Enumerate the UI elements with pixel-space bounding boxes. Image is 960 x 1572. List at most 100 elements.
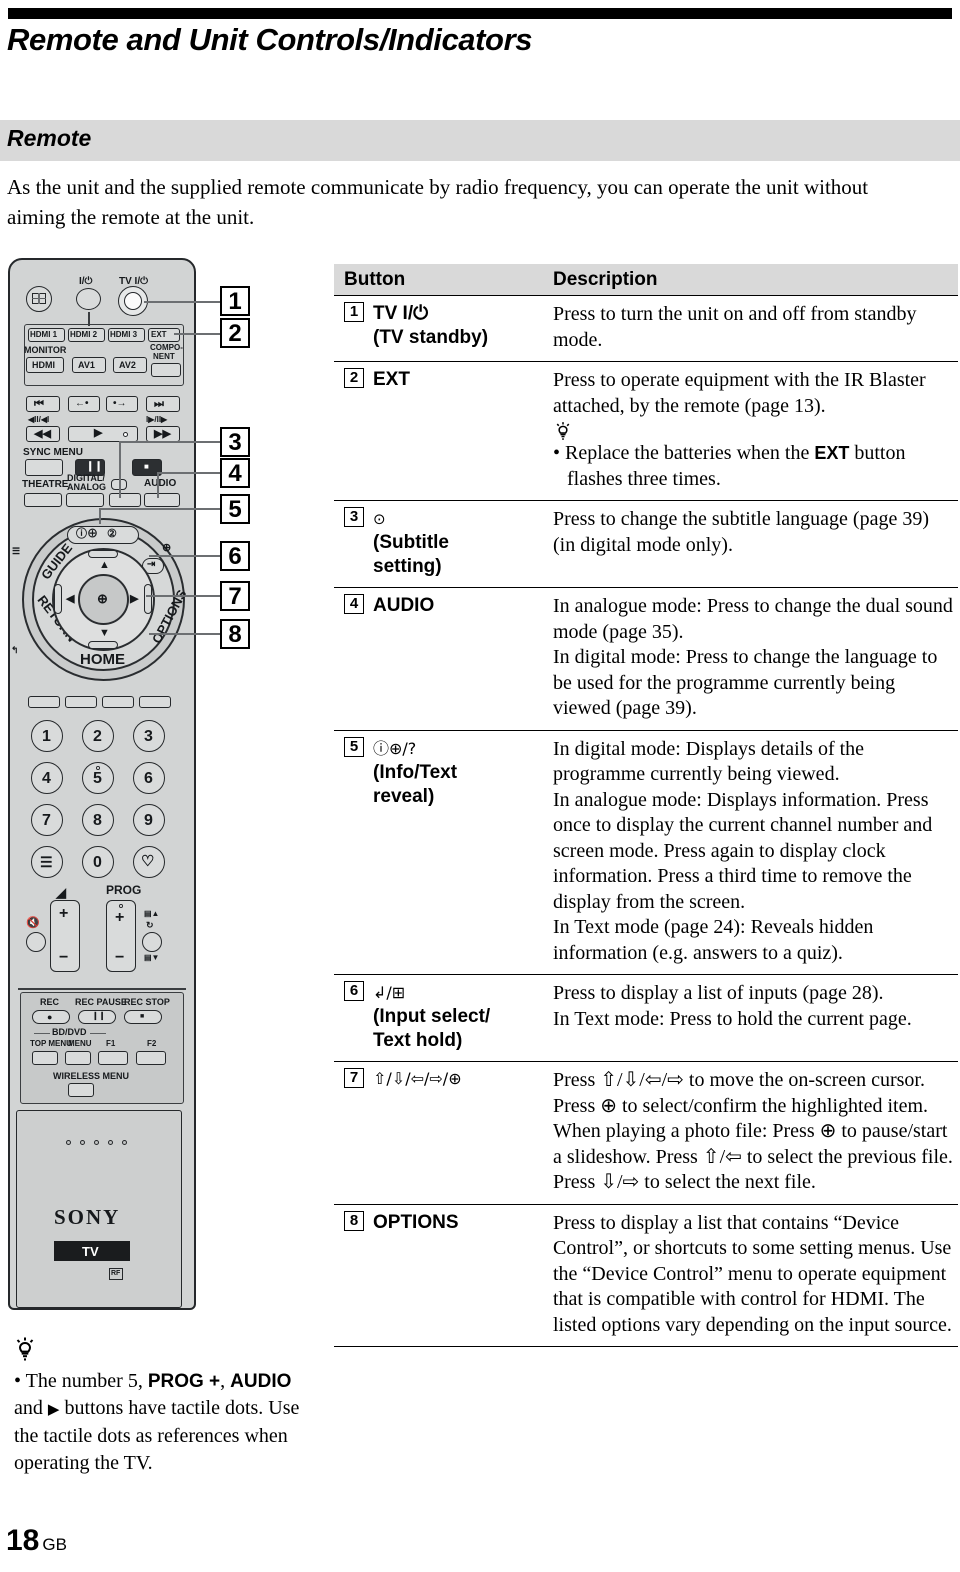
rec-pause-label: REC PAUSE bbox=[75, 997, 127, 1007]
wireless-menu-button[interactable] bbox=[68, 1083, 94, 1097]
table-cell-button: 7 ⇧/⇩/⇦/⇨/⊕ bbox=[334, 1068, 553, 1196]
component-button[interactable] bbox=[151, 363, 181, 377]
table-cell-description: Press to display a list that contains “D… bbox=[553, 1211, 952, 1336]
numpad-label-6: 6 bbox=[144, 770, 153, 787]
power-button[interactable] bbox=[76, 288, 101, 310]
row-number-badge: 4 bbox=[344, 594, 364, 614]
fast-forward-icon: ▶▶ bbox=[154, 428, 171, 440]
table-cell-description: Press ⇧/⇩/⇦/⇨ to move the on-screen curs… bbox=[553, 1069, 953, 1193]
dpad-up-button[interactable] bbox=[88, 550, 118, 558]
top-menu-button[interactable] bbox=[32, 1051, 58, 1065]
dpad-right-button[interactable] bbox=[144, 584, 152, 614]
table-cell-description: Press to display a list of inputs (page … bbox=[553, 981, 958, 1053]
row-number-badge: 7 bbox=[344, 1068, 364, 1088]
jump-icon: ↻ bbox=[146, 920, 154, 930]
description-line: In digital mode: Press to change the lan… bbox=[553, 646, 938, 719]
section-heading: Remote bbox=[7, 125, 92, 151]
f2-label: F2 bbox=[147, 1039, 157, 1048]
button-name: EXT bbox=[373, 369, 410, 390]
wireless-menu-label: WIRELESS MENU bbox=[53, 1071, 130, 1081]
dpad-left-button[interactable] bbox=[54, 584, 62, 614]
numpad-label-8: 8 bbox=[93, 812, 102, 829]
numpad-label-3: 3 bbox=[144, 728, 153, 745]
button-name: ⓘ⊕/? (Info/Text reveal) bbox=[373, 737, 478, 809]
hdmi1-label: HDMI 1 bbox=[30, 330, 58, 339]
leader-3 bbox=[119, 441, 220, 443]
table-cell-description: Press to turn the unit on and off from s… bbox=[553, 303, 917, 351]
table-cell-button: 1 TV I/⏻ (TV standby) bbox=[334, 302, 553, 353]
colour-key-yellow[interactable] bbox=[102, 696, 134, 708]
page-title: Remote and Unit Controls/Indicators bbox=[7, 22, 533, 57]
theatre-label: THEATRE bbox=[22, 479, 69, 490]
callout-1: 1 bbox=[220, 286, 250, 316]
sync-menu-button[interactable] bbox=[25, 459, 63, 476]
cover-dot-1 bbox=[66, 1140, 71, 1145]
colour-key-green[interactable] bbox=[65, 696, 97, 708]
table-row: 2 EXT Press to operate equipment with the… bbox=[334, 361, 958, 500]
description-line: In digital mode: Displays details of the… bbox=[553, 737, 865, 786]
table-row: 8 OPTIONS Press to display a list that co… bbox=[334, 1203, 958, 1347]
dpad-down-button[interactable] bbox=[88, 641, 118, 649]
ext-label: EXT bbox=[151, 330, 167, 339]
callout-3: 3 bbox=[220, 427, 250, 457]
audio-button[interactable] bbox=[144, 493, 180, 507]
colour-key-blue[interactable] bbox=[139, 696, 171, 708]
button-name: ⊙ (Subtitle setting) bbox=[373, 507, 483, 579]
colour-key-red[interactable] bbox=[28, 696, 60, 708]
input-select-icon: ↲/⊞ bbox=[373, 983, 406, 1002]
button-name-line1: TV I/⏻ bbox=[373, 303, 429, 324]
menu-button[interactable] bbox=[65, 1051, 91, 1065]
table-row: 7 ⇧/⇩/⇦/⇨/⊕ Press ⇧/⇩/⇦/⇨ to move the on-… bbox=[334, 1061, 958, 1204]
leader-1 bbox=[144, 301, 220, 303]
input-select-glyph: ⊕ bbox=[162, 542, 172, 554]
tip-bulb-icon bbox=[16, 1337, 34, 1361]
f2-button[interactable] bbox=[136, 1051, 166, 1065]
callout-6: 6 bbox=[220, 541, 250, 571]
dpad-left-arrow: ◀ bbox=[66, 593, 75, 605]
f1-button[interactable] bbox=[98, 1051, 128, 1065]
button-name-line2: (Info/Text reveal) bbox=[373, 761, 458, 807]
cover-dot-4 bbox=[108, 1140, 113, 1145]
mode-badge-label: TV bbox=[82, 1244, 99, 1259]
callout-8: 8 bbox=[220, 619, 250, 649]
home-label[interactable]: HOME bbox=[80, 652, 125, 667]
rec-dot-icon: ● bbox=[47, 1012, 53, 1022]
button-name-line2: (Input select/ Text hold) bbox=[373, 1006, 491, 1051]
subtitle-button[interactable] bbox=[109, 493, 141, 507]
theatre-button[interactable] bbox=[24, 493, 62, 507]
jump-button[interactable] bbox=[142, 932, 162, 952]
description-bullet: • Replace the batteries when the EXT but… bbox=[553, 441, 954, 492]
tv-power-inner bbox=[124, 292, 142, 310]
mute-button[interactable] bbox=[26, 932, 46, 952]
numpad-label-9: 9 bbox=[144, 812, 153, 829]
subtitle-icon: ⊙ bbox=[373, 510, 386, 528]
callout-2: 2 bbox=[220, 318, 250, 348]
table-row: 4 AUDIO In analogue mode: Press to change… bbox=[334, 587, 958, 730]
table-cell-button: 6 ↲/⊞ (Input select/ Text hold) bbox=[334, 981, 553, 1053]
dpad-keys-icon: ⇧/⇩/⇦/⇨/⊕ bbox=[373, 1069, 462, 1088]
table-row: 5 ⓘ⊕/? (Info/Text reveal) In digital mode:… bbox=[334, 729, 958, 975]
tip-play-icon: ▶ bbox=[47, 1400, 60, 1418]
play-tactile-dot bbox=[123, 432, 128, 437]
monitor-hdmi-label: HDMI bbox=[32, 360, 55, 370]
table-header: Button Description bbox=[334, 264, 958, 295]
digital-analog-button[interactable] bbox=[66, 493, 104, 507]
leader-2 bbox=[174, 333, 220, 335]
leader-7 bbox=[146, 595, 220, 597]
input-select-icon: ⇥ bbox=[147, 559, 156, 570]
info-icon: ⓘ⊕ bbox=[76, 528, 98, 540]
tip-bulb-icon bbox=[556, 422, 570, 440]
button-description-table: Button Description 1 TV I/⏻ (TV standby) P… bbox=[334, 264, 958, 1347]
pause-icon: ❙❙ bbox=[86, 461, 103, 472]
table-cell-button: 2 EXT bbox=[334, 368, 553, 492]
page-number-value: 18 bbox=[6, 1524, 40, 1557]
rec-stop-icon: ■ bbox=[140, 1013, 145, 1020]
text-icon: ☰ bbox=[40, 854, 53, 870]
dpad-down-arrow: ▼ bbox=[99, 627, 110, 639]
table-cell-description: Press to operate equipment with the IR B… bbox=[553, 368, 958, 492]
prog-down-label: − bbox=[115, 949, 125, 966]
numpad-label-7: 7 bbox=[42, 812, 51, 829]
slow-fwd-label: I▶/II▶ bbox=[146, 415, 168, 424]
numpad-label-1: 1 bbox=[42, 728, 51, 745]
widget-icon-bar-v bbox=[38, 293, 40, 304]
